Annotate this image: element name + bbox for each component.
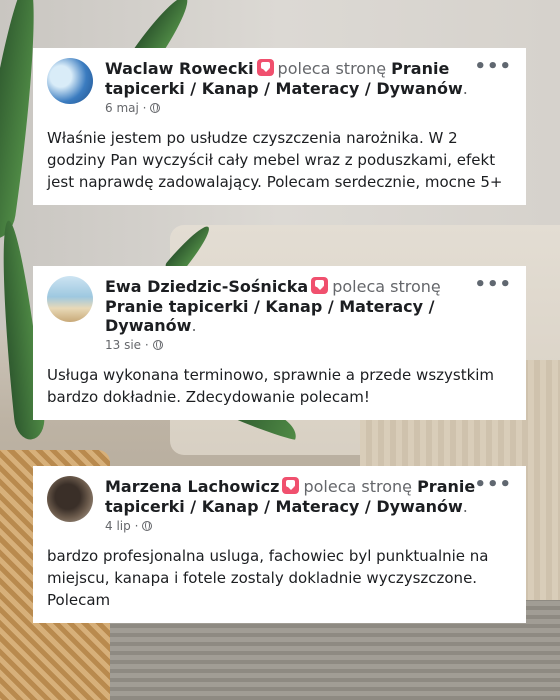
recommends-label: poleca stronę (303, 477, 412, 496)
author-name[interactable]: Ewa Dziedzic-Sośnicka (105, 277, 308, 296)
review-header: Ewa Dziedzic-Sośnicka poleca stronę Prani… (47, 276, 512, 352)
more-options-icon[interactable]: ••• (474, 276, 512, 294)
review-header: Marzena Lachowicz poleca stronę Pranie ta… (47, 476, 512, 533)
review-card: Marzena Lachowicz poleca stronę Pranie ta… (33, 466, 526, 623)
globe-icon (142, 521, 153, 531)
meta-separator: · (144, 338, 149, 352)
recommend-icon (282, 477, 300, 494)
author-name[interactable]: Marzena Lachowicz (105, 477, 279, 496)
review-text: bardzo profesjonalna usluga, fachowiec b… (47, 547, 489, 609)
post-date[interactable]: 13 sie (105, 338, 141, 352)
author-name[interactable]: Waclaw Rowecki (105, 59, 254, 78)
globe-icon (150, 103, 161, 113)
review-card: Waclaw Rowecki poleca stronę Pranie tapic… (33, 48, 526, 205)
recommends-label: poleca stronę (277, 59, 387, 78)
post-meta: 6 maj · (105, 101, 478, 115)
post-date[interactable]: 4 lip (105, 519, 131, 533)
post-date[interactable]: 6 maj (105, 101, 139, 115)
avatar[interactable] (47, 58, 93, 104)
review-header: Waclaw Rowecki poleca stronę Pranie tapic… (47, 58, 512, 115)
meta-separator: · (134, 519, 139, 533)
more-options-icon[interactable]: ••• (474, 58, 512, 76)
period: . (191, 316, 197, 335)
review-text: Właśnie jestem po usłudze czyszczenia na… (47, 129, 503, 191)
recommend-icon (256, 59, 274, 76)
post-meta: 13 sie · (105, 338, 478, 352)
period: . (462, 79, 468, 98)
meta-separator: · (142, 101, 147, 115)
period: . (462, 497, 468, 516)
review-text: Usługa wykonana terminowo, sprawnie a pr… (47, 366, 495, 406)
review-card: Ewa Dziedzic-Sośnicka poleca stronę Prani… (33, 266, 526, 420)
post-meta: 4 lip · (105, 519, 478, 533)
more-options-icon[interactable]: ••• (474, 476, 512, 494)
globe-icon (152, 340, 163, 350)
avatar[interactable] (47, 476, 93, 522)
avatar[interactable] (47, 276, 93, 322)
page-name-link[interactable]: Pranie tapicerki / Kanap / Materacy / Dy… (105, 297, 434, 335)
recommends-label: poleca stronę (332, 277, 441, 296)
recommend-icon (311, 277, 329, 294)
